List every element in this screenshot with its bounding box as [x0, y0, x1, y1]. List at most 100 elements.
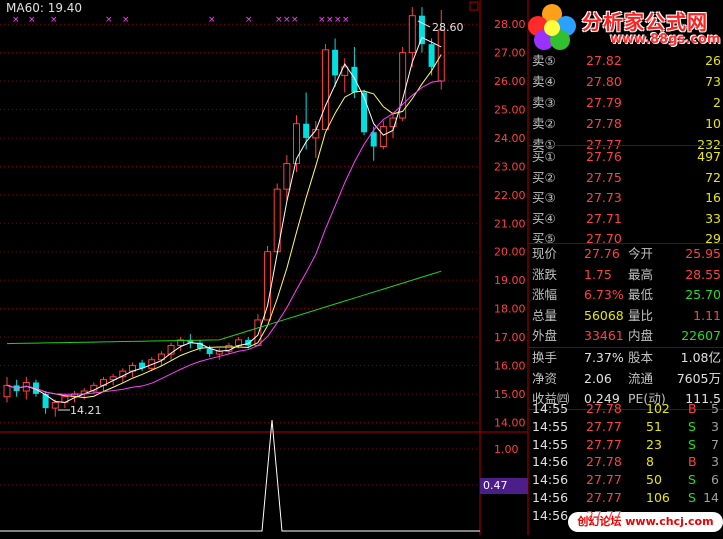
quote-label: 最低: [628, 287, 654, 302]
quote-value: 1.75: [584, 266, 612, 282]
volume-indicator-line: [0, 419, 480, 532]
candle-body-up: [379, 126, 387, 147]
quote-row[interactable]: 现价 27.76 今开 25.95: [528, 243, 723, 265]
candle-body-up: [3, 384, 11, 398]
quote-value: 1.08亿: [680, 350, 721, 365]
price-axis-label: 28.00: [494, 18, 526, 31]
logo-title: 分析家公式网: [582, 10, 708, 34]
high-price-marker: 28.60: [432, 21, 464, 34]
signal-mark: ×: [334, 15, 342, 25]
signal-mark: ×: [326, 15, 334, 25]
tick-time: 14:56: [532, 507, 569, 523]
price-axis-label: 15.00: [494, 388, 526, 401]
candle-body-up: [408, 15, 416, 54]
order-label: 买①: [532, 149, 556, 164]
buy-order-row[interactable]: 买③ 27.73 16: [528, 187, 723, 209]
tick-row[interactable]: 14:56 27.77: [528, 505, 723, 527]
quote-label: 涨幅: [532, 287, 558, 302]
quote-label: 量比: [628, 307, 654, 323]
buy-order-row[interactable]: 买① 27.76 497: [528, 146, 723, 168]
quote-value: 25.70: [685, 287, 721, 302]
price-axis-label: 26.00: [494, 75, 526, 88]
pane-toggle-icon: [469, 1, 479, 11]
candle-body-down: [245, 339, 252, 346]
quote-label: 股本: [628, 350, 654, 365]
order-volume: 16: [705, 190, 721, 205]
signal-mark: ×: [208, 15, 216, 25]
quote-label: 净资: [532, 370, 558, 386]
candle-body-up: [51, 401, 59, 409]
order-volume: 72: [705, 169, 721, 185]
candle-body-down: [428, 44, 435, 67]
order-label: 卖④: [532, 74, 556, 89]
sell-order-row[interactable]: 卖⑤ 27.82 26: [528, 50, 723, 72]
candle-body-down: [303, 123, 310, 138]
price-axis-label: 20.00: [494, 246, 526, 259]
price-axis-label: 22.00: [494, 189, 526, 202]
quote-value: 6.73%: [584, 287, 624, 302]
signal-mark: ×: [50, 15, 58, 25]
quote-value: 27.76: [584, 246, 620, 261]
ma5-line: [6, 36, 442, 403]
order-label: 买②: [532, 169, 556, 185]
candle-body-up: [283, 163, 291, 190]
sell-order-row[interactable]: 卖④ 27.80 73: [528, 71, 723, 93]
order-label: 卖②: [532, 116, 556, 131]
order-price: 27.71: [586, 210, 622, 226]
order-price: 27.80: [586, 74, 622, 89]
quote-value: 1.11: [693, 307, 721, 323]
quote-row[interactable]: 外盘 33461 内盘 22607: [528, 325, 723, 347]
signal-mark: ×: [12, 15, 20, 25]
order-price: 27.79: [586, 95, 622, 110]
order-price: 27.76: [586, 149, 622, 164]
order-volume: 33: [705, 210, 721, 226]
tick-price: 27.77: [586, 507, 622, 523]
candle-body-up: [321, 49, 329, 130]
order-volume: 26: [705, 53, 721, 68]
sell-order-row[interactable]: 卖③ 27.79 2: [528, 92, 723, 114]
logo-url: www.88gs.com: [610, 32, 721, 47]
quote-label: 内盘: [628, 328, 654, 343]
order-volume: 10: [705, 116, 721, 131]
price-axis-label: 19.00: [494, 274, 526, 287]
candle-body-up: [293, 123, 300, 165]
ma60-label: MA60: 19.40: [6, 1, 83, 15]
quote-label: 外盘: [532, 328, 558, 343]
candle-body-down: [351, 66, 358, 93]
order-price: 27.73: [586, 190, 622, 205]
sell-order-row[interactable]: 卖② 27.78 10: [528, 113, 723, 135]
signal-mark: ×: [28, 15, 36, 25]
price-axis-label: 23.00: [494, 160, 526, 173]
quote-row[interactable]: 总量 56068 量比 1.11: [528, 305, 723, 327]
low-price-marker: 14.21: [70, 404, 102, 417]
candle-body-down: [418, 15, 425, 45]
price-axis-label: 24.00: [494, 132, 526, 145]
buy-order-row[interactable]: 买② 27.75 72: [528, 167, 723, 189]
quote-value: 22607: [681, 328, 721, 343]
quote-row[interactable]: 涨幅 6.73% 最低 25.70: [528, 284, 723, 306]
order-price: 27.78: [586, 116, 622, 131]
quote-label: 最高: [628, 266, 654, 282]
quote-row[interactable]: 换手 7.37% 股本 1.08亿: [528, 347, 723, 369]
volume-current-label: 0.47: [480, 478, 528, 494]
order-label: 卖③: [532, 95, 556, 110]
signal-mark: ×: [342, 15, 350, 25]
order-price: 27.82: [586, 53, 622, 68]
buy-order-row[interactable]: 买④ 27.71 33: [528, 208, 723, 230]
order-volume: 2: [713, 95, 721, 110]
signal-mark: ×: [105, 15, 113, 25]
ma10-line: [6, 54, 442, 399]
quote-value: 33461: [584, 328, 624, 343]
site-logo: 分析家公式网 www.88gs.com: [524, 0, 723, 52]
price-axis-label: 18.00: [494, 303, 526, 316]
signal-mark: ×: [275, 15, 283, 25]
quote-label: 涨跌: [532, 266, 558, 282]
quote-label: 总量: [532, 307, 558, 323]
quote-value: 25.95: [685, 246, 721, 261]
candle-body-down: [370, 132, 377, 147]
quote-row[interactable]: 净资 2.06 流通 7605万: [528, 368, 723, 390]
candle-body-up: [264, 251, 272, 321]
quote-row[interactable]: 涨跌 1.75 最高 28.55: [528, 264, 723, 286]
quote-value: 7605万: [676, 370, 721, 386]
order-price: 27.75: [586, 169, 622, 185]
